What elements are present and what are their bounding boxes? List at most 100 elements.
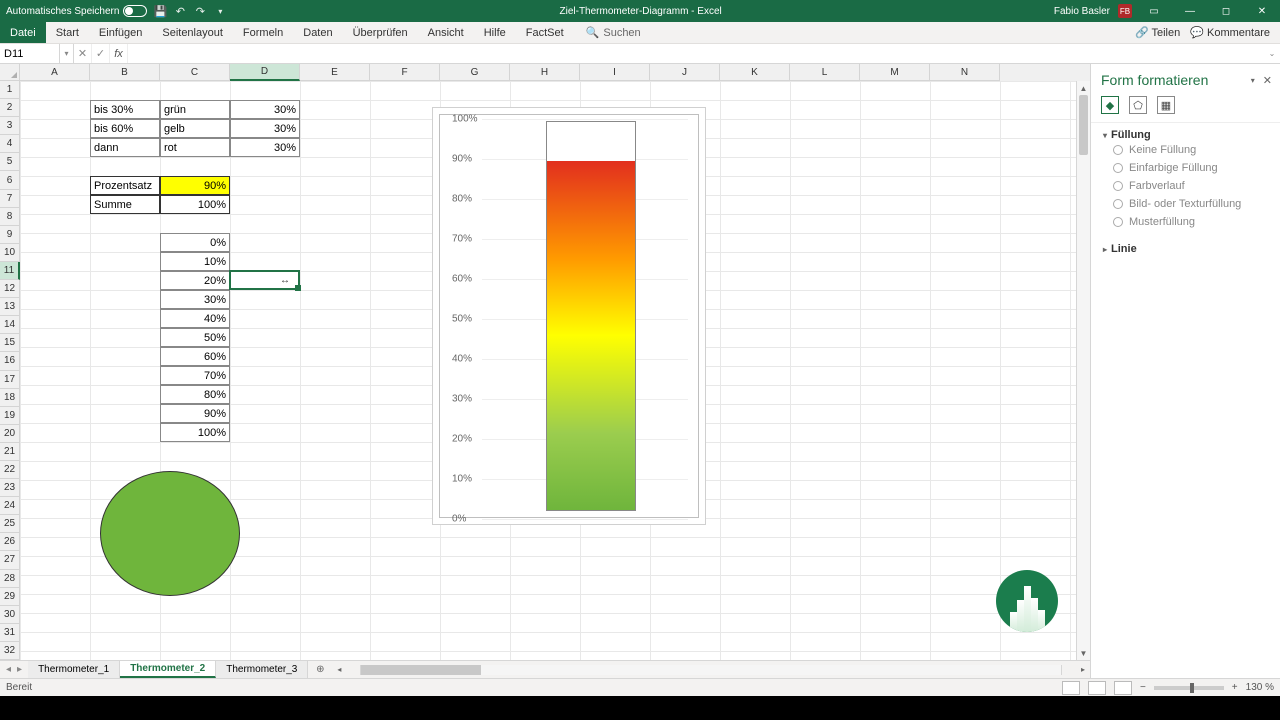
worksheet-grid[interactable]: 0%10%20%30%40%50%60%70%80%90%100% bis 30…	[20, 81, 1076, 660]
row-header[interactable]: 25	[0, 515, 20, 533]
close-icon[interactable]: ✕	[1248, 0, 1276, 22]
row-header[interactable]: 11	[0, 262, 20, 280]
row-header[interactable]: 21	[0, 443, 20, 461]
zoom-slider[interactable]	[1154, 686, 1224, 690]
hscroll-left-icon[interactable]: ◂	[332, 665, 346, 674]
column-header[interactable]: H	[510, 64, 580, 81]
column-header[interactable]: A	[20, 64, 90, 81]
thermometer-bulb-shape[interactable]	[100, 471, 240, 596]
fill-option[interactable]: Keine Füllung	[1103, 141, 1268, 159]
name-box-dropdown-icon[interactable]: ▾	[60, 44, 74, 63]
row-header[interactable]: 10	[0, 244, 20, 262]
row-header[interactable]: 6	[0, 171, 20, 189]
zoom-in-button[interactable]: +	[1232, 682, 1238, 693]
cell-C2[interactable]: grün	[160, 100, 230, 119]
page-layout-view-button[interactable]	[1088, 681, 1106, 695]
cell-C4[interactable]: rot	[160, 138, 230, 157]
column-header[interactable]: N	[930, 64, 1000, 81]
tab-einfuegen[interactable]: Einfügen	[89, 22, 152, 43]
cell-C3[interactable]: gelb	[160, 119, 230, 138]
row-header[interactable]: 16	[0, 352, 20, 370]
cell-B3[interactable]: bis 60%	[90, 119, 160, 138]
row-header[interactable]: 17	[0, 371, 20, 389]
fill-section-header[interactable]: ▾Füllung	[1103, 129, 1268, 141]
scroll-thumb[interactable]	[1079, 95, 1088, 155]
cell-C16[interactable]: 70%	[160, 366, 230, 385]
cancel-formula-icon[interactable]: ✕	[74, 44, 92, 63]
sheet-nav-last-icon[interactable]: ▸	[17, 664, 22, 675]
tab-start[interactable]: Start	[46, 22, 89, 43]
row-header[interactable]: 19	[0, 407, 20, 425]
vertical-scrollbar[interactable]: ▲ ▼	[1076, 81, 1090, 660]
row-header[interactable]: 9	[0, 226, 20, 244]
select-all-button[interactable]	[0, 64, 20, 81]
column-header[interactable]: C	[160, 64, 230, 81]
cell-C6[interactable]: 90%	[160, 176, 230, 195]
tab-formeln[interactable]: Formeln	[233, 22, 293, 43]
row-header[interactable]: 27	[0, 551, 20, 569]
row-header[interactable]: 5	[0, 153, 20, 171]
row-header[interactable]: 18	[0, 389, 20, 407]
cell-B7[interactable]: Summe	[90, 195, 160, 214]
line-section-header[interactable]: ▸Linie	[1103, 243, 1268, 255]
cell-C17[interactable]: 80%	[160, 385, 230, 404]
column-header[interactable]: L	[790, 64, 860, 81]
panel-close-icon[interactable]: ✕	[1263, 74, 1272, 87]
column-header[interactable]: D	[230, 64, 300, 81]
scroll-down-icon[interactable]: ▼	[1077, 646, 1090, 660]
user-avatar[interactable]: FB	[1118, 4, 1132, 18]
zoom-out-button[interactable]: −	[1140, 682, 1146, 693]
row-header[interactable]: 22	[0, 461, 20, 479]
fx-icon[interactable]: fx	[110, 44, 128, 63]
row-header[interactable]: 30	[0, 606, 20, 624]
cell-C9[interactable]: 0%	[160, 233, 230, 252]
column-header[interactable]: K	[720, 64, 790, 81]
tab-factset[interactable]: FactSet	[516, 22, 574, 43]
row-header[interactable]: 1	[0, 81, 20, 99]
sheet-tab[interactable]: Thermometer_1	[28, 661, 120, 678]
row-header[interactable]: 4	[0, 135, 20, 153]
row-header[interactable]: 13	[0, 298, 20, 316]
tab-datei[interactable]: Datei	[0, 22, 46, 43]
row-header[interactable]: 28	[0, 570, 20, 588]
row-header[interactable]: 32	[0, 642, 20, 660]
cell-B2[interactable]: bis 30%	[90, 100, 160, 119]
row-header[interactable]: 14	[0, 316, 20, 334]
active-cell[interactable]	[229, 270, 300, 290]
save-icon[interactable]: 💾	[153, 4, 167, 18]
fill-line-tab-icon[interactable]: ◆	[1101, 96, 1119, 114]
cell-C18[interactable]: 90%	[160, 404, 230, 423]
row-header[interactable]: 26	[0, 533, 20, 551]
row-header[interactable]: 31	[0, 624, 20, 642]
column-header[interactable]: B	[90, 64, 160, 81]
sheet-tab[interactable]: Thermometer_2	[120, 661, 216, 678]
redo-icon[interactable]: ↷	[193, 4, 207, 18]
ribbon-display-icon[interactable]: ▭	[1140, 0, 1168, 22]
cell-D2[interactable]: 30%	[230, 100, 300, 119]
row-header[interactable]: 2	[0, 99, 20, 117]
comments-button[interactable]: 💬 Kommentare	[1190, 26, 1270, 39]
row-header[interactable]: 8	[0, 208, 20, 226]
qat-customize-icon[interactable]: ▾	[213, 4, 227, 18]
thermometer-tube[interactable]	[546, 121, 636, 511]
cell-C15[interactable]: 60%	[160, 347, 230, 366]
thermometer-chart[interactable]: 0%10%20%30%40%50%60%70%80%90%100%	[432, 107, 706, 525]
enter-formula-icon[interactable]: ✓	[92, 44, 110, 63]
column-header[interactable]: G	[440, 64, 510, 81]
fill-option[interactable]: Farbverlauf	[1103, 177, 1268, 195]
fill-option[interactable]: Einfarbige Füllung	[1103, 159, 1268, 177]
cell-C13[interactable]: 40%	[160, 309, 230, 328]
autosave-toggle[interactable]: Automatisches Speichern	[6, 5, 147, 17]
add-sheet-button[interactable]: ⊕	[308, 661, 332, 678]
column-header[interactable]: I	[580, 64, 650, 81]
cell-D4[interactable]: 30%	[230, 138, 300, 157]
row-header[interactable]: 3	[0, 117, 20, 135]
tab-ansicht[interactable]: Ansicht	[418, 22, 474, 43]
scroll-up-icon[interactable]: ▲	[1077, 81, 1090, 95]
size-tab-icon[interactable]: ▦	[1157, 96, 1175, 114]
tab-ueberpruefen[interactable]: Überprüfen	[343, 22, 418, 43]
row-header[interactable]: 20	[0, 425, 20, 443]
sheet-tab[interactable]: Thermometer_3	[216, 661, 308, 678]
cell-C11[interactable]: 20%	[160, 271, 230, 290]
cell-D3[interactable]: 30%	[230, 119, 300, 138]
